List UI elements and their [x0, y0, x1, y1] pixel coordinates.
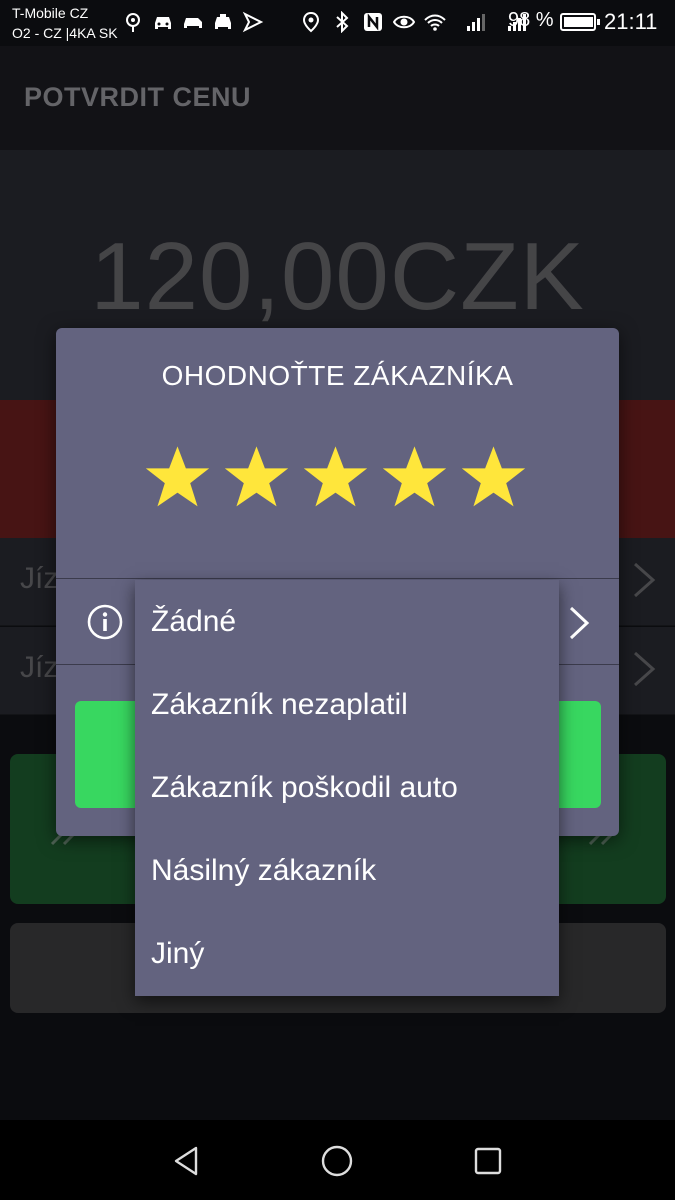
- info-icon: [87, 604, 123, 640]
- dropdown-item-damaged-car[interactable]: Zákazník poškodil auto: [135, 746, 559, 829]
- system-icons: [300, 11, 528, 33]
- battery-level: [564, 17, 593, 27]
- carrier-secondary: O2 - CZ |4KA SK: [12, 25, 118, 41]
- wifi-icon: [424, 14, 446, 31]
- dialog-title: OHODNOŤTE ZÁKAZNÍKA: [161, 360, 514, 391]
- back-icon[interactable]: [170, 1144, 204, 1178]
- navigation-bar: [0, 1120, 675, 1200]
- star-icon[interactable]: [462, 446, 525, 508]
- car-icon: [215, 14, 231, 29]
- car-icon: [184, 18, 202, 28]
- nfc-icon: [364, 13, 382, 31]
- eye-icon: [393, 15, 415, 29]
- star-icon[interactable]: [146, 446, 209, 508]
- location-icon: [302, 11, 320, 33]
- battery-icon: [560, 13, 600, 31]
- car-icon: [155, 17, 171, 29]
- star-icon[interactable]: [225, 446, 288, 508]
- reason-dropdown: Žádné Zákazník nezaplatil Zákazník poško…: [135, 580, 559, 996]
- star-icon[interactable]: [383, 446, 446, 508]
- dropdown-item-violent[interactable]: Násilný zákazník: [135, 829, 559, 912]
- star-icon[interactable]: [304, 446, 367, 508]
- battery-percent: 98 %: [508, 9, 554, 31]
- status-bar: T-Mobile CZ O2 - CZ |4KA SK 98 % 21:11: [0, 0, 675, 46]
- clock: 21:11: [604, 9, 658, 34]
- chevron-right-icon: [569, 606, 590, 640]
- signal-icon: [467, 14, 485, 31]
- dropdown-item-not-paid[interactable]: Zákazník nezaplatil: [135, 663, 559, 746]
- home-icon[interactable]: [320, 1144, 354, 1178]
- carrier-primary: T-Mobile CZ: [12, 5, 89, 21]
- bluetooth-icon: [336, 11, 349, 33]
- notification-icons: [122, 11, 264, 33]
- star-rating[interactable]: [146, 446, 525, 508]
- navigation-icon: [242, 11, 264, 33]
- dropdown-item-none[interactable]: Žádné: [135, 580, 559, 663]
- location-pin-icon: [126, 13, 140, 32]
- recents-icon[interactable]: [471, 1144, 505, 1178]
- dropdown-item-other[interactable]: Jiný: [135, 912, 559, 995]
